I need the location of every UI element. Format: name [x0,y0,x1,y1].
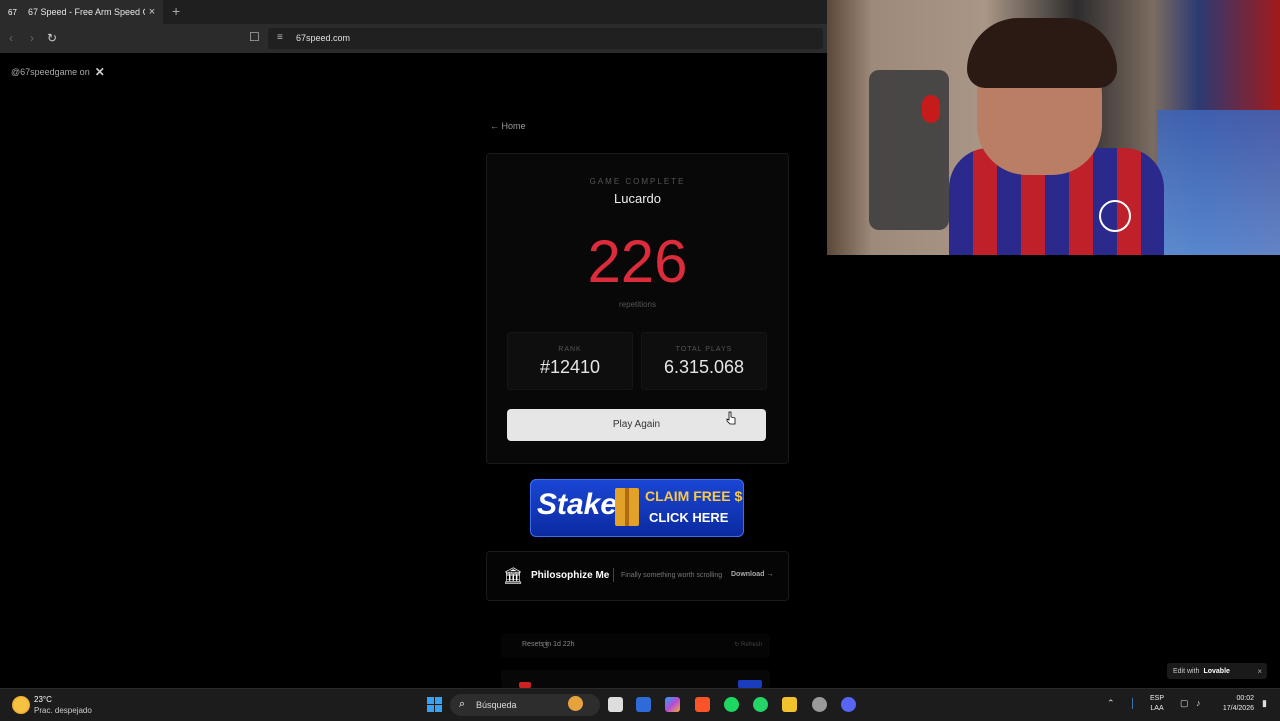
mouse-cursor-icon [726,411,736,425]
home-link[interactable]: ← Home [490,121,526,131]
tab-title: 67 Speed - Free Arm Speed Cha [28,7,145,17]
promo-name: Philosophize Me [531,570,610,581]
weather-condition: Prac. despejado [34,706,92,715]
notification-icon[interactable]: ▮ [1262,698,1267,709]
discord-icon[interactable] [841,697,856,712]
reset-countdown: Resets in 1d 22h [522,641,575,648]
copilot-icon[interactable] [665,697,680,712]
sun-icon [12,696,30,714]
network-icon[interactable]: ▢ [1180,698,1189,709]
refresh-label: Refresh [740,642,762,648]
task-view-icon[interactable] [608,697,623,712]
app-icon[interactable] [636,697,651,712]
app-icon-2[interactable] [812,697,827,712]
total-plays-value: 6.315.068 [663,357,745,377]
brave-browser-icon[interactable] [695,697,710,712]
result-card: GAME COMPLETE Lucardo 226 repetitions RA… [486,153,789,464]
gift-icon [615,488,639,526]
x-handle-text: @67speedgame on [11,67,90,77]
total-plays-label: TOTAL PLAYS [675,346,733,353]
lovable-close-icon[interactable]: × [1257,667,1262,676]
microphone-icon[interactable]: │ [1130,698,1136,708]
rank-value: #12410 [539,357,601,377]
back-icon[interactable]: ‹ [9,31,13,45]
lovable-prefix: Edit with [1173,667,1200,675]
x-social-link[interactable]: @67speedgame on ✕ [11,65,105,79]
philosophize-promo[interactable]: 🏛︎ Philosophize Me Finally something wor… [486,551,789,601]
lang-top: ESP [1150,695,1165,702]
leaderboard-header: ◷ Resets in 1d 22h ↻ Refresh [501,634,770,658]
browser-tab[interactable]: 67 67 Speed - Free Arm Speed Cha × [0,0,163,24]
search-icon: ⌕ [459,698,466,710]
tab-close-icon[interactable]: × [145,6,159,18]
webcam-chair [869,70,949,230]
search-placeholder: Búsqueda [476,700,517,710]
lovable-badge[interactable]: Edit with Lovable × [1167,663,1267,679]
promo-tagline: Finally something worth scrolling [621,572,723,579]
windows-taskbar: 23°C Prac. despejado ⌕ Búsqueda ⌃ │ ESP … [0,688,1280,721]
spotify-icon[interactable] [724,697,739,712]
leaderboard-row [501,670,770,688]
row-badge [738,680,762,688]
temperature: 23°C [34,695,52,704]
system-clock[interactable]: 00:02 17/4/2026 [1214,694,1254,714]
player-name: Lucardo [614,191,661,206]
stake-ad-banner[interactable]: Stake CLAIM FREE $35 CLICK HERE [530,479,744,537]
promo-divider [613,568,614,582]
temple-icon: 🏛︎ [503,568,524,585]
x-logo-icon: ✕ [94,65,105,79]
webcam-overlay [827,0,1280,255]
webcam-shirt-crest [1099,200,1131,232]
tab-strip: 67 67 Speed - Free Arm Speed Cha × + [0,0,827,24]
new-tab-button[interactable]: + [172,3,180,19]
volume-icon[interactable]: ♪ [1196,698,1201,708]
whatsapp-icon[interactable] [753,697,768,712]
rank-stat: RANK #12410 [507,332,633,390]
site-settings-icon[interactable]: ≡ [277,32,283,43]
forward-icon[interactable]: › [30,31,34,45]
clock-date: 17/4/2026 [1222,705,1254,712]
total-plays-stat: TOTAL PLAYS 6.315.068 [641,332,767,390]
start-button[interactable] [427,697,442,712]
refresh-button[interactable]: ↻ Refresh [734,641,762,648]
reload-icon[interactable]: ↻ [47,31,57,45]
file-explorer-icon[interactable] [782,697,797,712]
tab-favicon: 67 [8,7,17,17]
promo-download-link[interactable]: Download → [731,571,773,578]
bookmark-icon[interactable]: ☐ [249,30,260,44]
browser-toolbar: ‹ › ↻ ☐ ≡ 67speed.com [0,24,827,53]
url-text: 67speed.com [296,33,351,43]
score-unit: repetitions [619,300,656,309]
game-complete-heading: GAME COMPLETE [589,177,686,186]
clock-time: 00:02 [1236,695,1254,702]
lovable-brand: Lovable [1203,667,1230,675]
webcam-hair [967,18,1117,88]
tray-overflow-icon[interactable]: ⌃ [1107,698,1115,709]
stake-brand: Stake [537,488,618,521]
weather-widget[interactable]: 23°C Prac. despejado [12,694,92,716]
stake-cta: CLICK HERE [649,510,729,525]
address-bar[interactable]: ≡ 67speed.com [268,28,823,49]
webcam-bed [1157,110,1280,255]
tulip-widget-icon[interactable] [568,696,583,711]
rank-label: RANK [558,346,582,353]
webcam-plush-toy [922,95,940,123]
lang-bottom: LAA [1150,705,1164,712]
stake-claim-text: CLAIM FREE $35 [645,488,743,504]
language-indicator[interactable]: ESP LAA [1150,694,1164,714]
score-value: 226 [587,228,688,295]
